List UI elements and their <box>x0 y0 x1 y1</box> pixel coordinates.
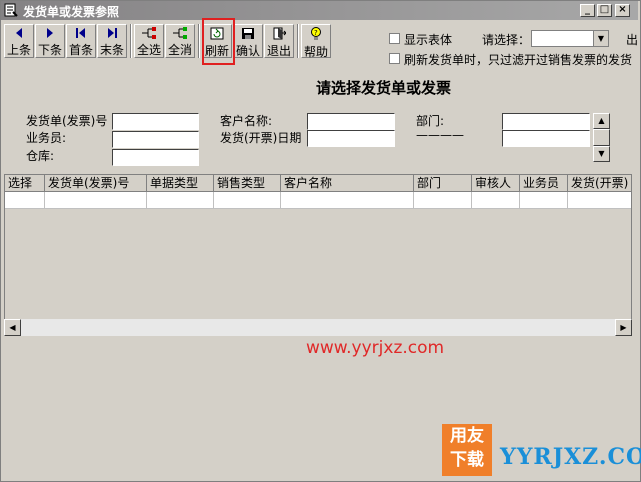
select-all-button[interactable]: 全选 <box>134 24 164 58</box>
col-select[interactable]: 选择 <box>5 175 45 192</box>
confirm-button[interactable]: 确认 <box>233 24 263 58</box>
grid-header: 选择 发货单(发票)号 单据类型 销售类型 客户名称 部门 审核人 业务员 发货… <box>5 175 631 192</box>
col-salesperson[interactable]: 业务员 <box>520 175 568 192</box>
scroll-thumb[interactable] <box>593 129 610 146</box>
choose-label: 请选择： <box>482 33 531 47</box>
scroll-right-icon[interactable]: ▶ <box>615 319 632 336</box>
salesperson-field[interactable] <box>112 131 199 148</box>
customer-label: 客户名称: <box>220 114 273 128</box>
dept-label: 部门: <box>416 114 445 128</box>
col-sales-type[interactable]: 销售类型 <box>214 175 281 192</box>
grid-hscrollbar[interactable]: ◀ ▶ <box>4 319 632 336</box>
col-invoice-no[interactable]: 发货单(发票)号 <box>45 175 147 192</box>
refresh-filter-checkbox[interactable] <box>389 53 400 64</box>
select-none-button[interactable]: 全消 <box>165 24 195 58</box>
toolbar-nav: 上条 下条 首条 末条 全选 全消 刷新 确认 退出 ? 帮助 <box>4 24 332 60</box>
warehouse-label: 仓库: <box>26 149 55 163</box>
help-button[interactable]: ? 帮助 <box>301 24 331 59</box>
title-bar: 发货单或发票参照 _ □ × <box>1 1 638 20</box>
scroll-left-icon[interactable]: ◀ <box>4 319 21 336</box>
dept-dash: ———— <box>416 128 464 142</box>
save-disk-icon <box>240 27 256 40</box>
col-ship-date[interactable]: 发货(开票) <box>568 175 631 192</box>
dept-field-2[interactable] <box>502 130 590 147</box>
last-record-button[interactable]: 末条 <box>97 24 127 58</box>
col-dept[interactable]: 部门 <box>414 175 472 192</box>
invoice-no-label: 发货单(发票)号 <box>26 114 108 128</box>
scroll-down-icon[interactable]: ▼ <box>593 146 610 162</box>
help-bulb-icon: ? <box>308 27 324 41</box>
toolbar-separator <box>198 24 200 58</box>
dept-field[interactable] <box>502 113 590 130</box>
clipped-label: 出 <box>626 33 639 47</box>
page-heading: 请选择发货单或发票 <box>316 79 452 97</box>
app-icon <box>4 3 18 17</box>
prev-record-button[interactable]: 上条 <box>4 24 34 58</box>
invoice-no-field[interactable] <box>112 113 199 130</box>
date-label: 发货(开票)日期 <box>220 131 302 145</box>
col-customer[interactable]: 客户名称 <box>281 175 414 192</box>
show-table-label: 显示表体 <box>404 33 453 47</box>
close-button[interactable]: × <box>615 4 630 17</box>
toolbar-separator <box>130 24 132 58</box>
customer-field[interactable] <box>307 113 395 130</box>
exit-button[interactable]: 退出 <box>264 24 294 58</box>
minimize-button[interactable]: _ <box>580 4 595 17</box>
warehouse-field[interactable] <box>112 149 199 166</box>
show-table-checkbox[interactable] <box>389 33 400 44</box>
filter-scrollbar[interactable]: ▲ ▼ <box>593 113 610 162</box>
salesperson-label: 业务员: <box>26 131 67 145</box>
toolbar-separator <box>297 24 299 58</box>
watermark-logo: 用友 下载 <box>442 424 492 476</box>
first-record-button[interactable]: 首条 <box>66 24 96 58</box>
date-field[interactable] <box>307 130 395 147</box>
next-record-button[interactable]: 下条 <box>35 24 65 58</box>
chevron-down-icon[interactable]: ▼ <box>593 31 608 46</box>
arrow-right-icon <box>42 27 58 39</box>
refresh-filter-label: 刷新发货单时，只过滤开过销售发票的发货 <box>404 53 632 67</box>
choose-select[interactable]: ▼ <box>531 30 609 47</box>
col-auditor[interactable]: 审核人 <box>472 175 520 192</box>
maximize-button[interactable]: □ <box>597 4 612 17</box>
select-all-icon <box>141 27 157 39</box>
select-none-icon <box>172 27 188 39</box>
exit-door-icon <box>271 27 287 40</box>
results-grid: 选择 发货单(发票)号 单据类型 销售类型 客户名称 部门 审核人 业务员 发货… <box>4 174 632 336</box>
watermark-domain: YYRJXZ.COM <box>500 444 641 470</box>
watermark-url: www.yyrjxz.com <box>306 338 445 358</box>
arrow-left-icon <box>11 27 27 39</box>
first-icon <box>73 27 89 39</box>
scroll-up-icon[interactable]: ▲ <box>593 113 610 129</box>
col-doc-type[interactable]: 单据类型 <box>147 175 214 192</box>
table-row[interactable] <box>5 192 631 209</box>
last-icon <box>104 27 120 39</box>
svg-text:?: ? <box>314 29 318 37</box>
window-title: 发货单或发票参照 <box>23 5 120 19</box>
refresh-highlight-box <box>202 18 235 65</box>
